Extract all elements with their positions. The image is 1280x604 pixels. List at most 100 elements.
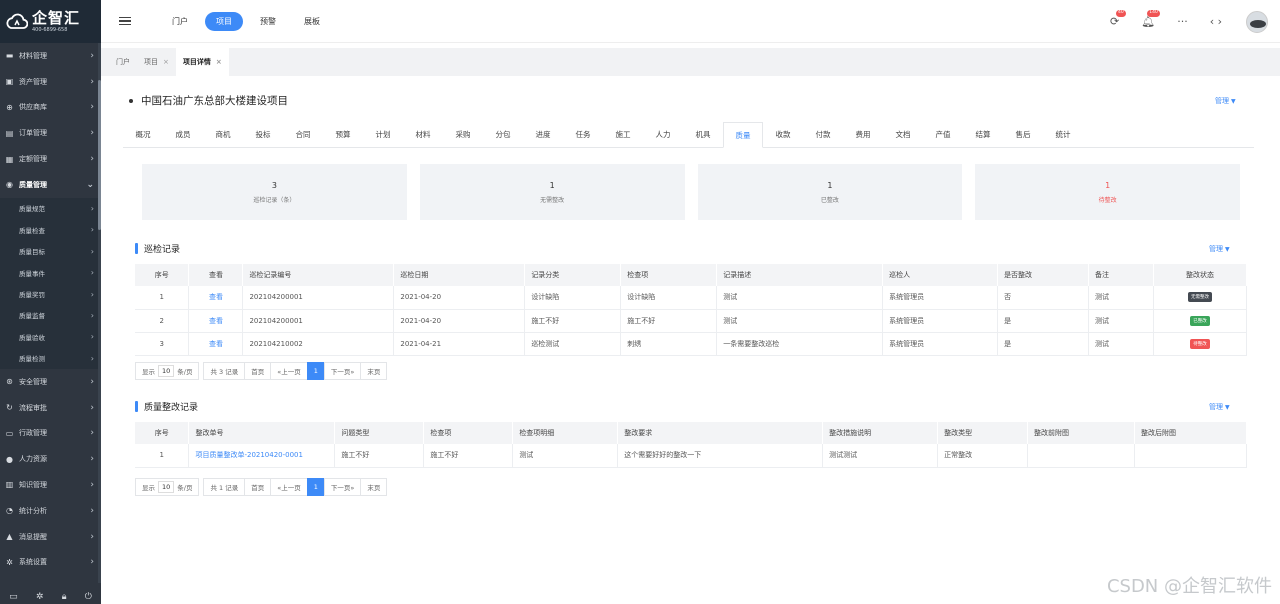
refresh-icon[interactable]: ⟳ 40 [1110, 10, 1126, 28]
module-tab[interactable]: 成员 [163, 122, 203, 147]
page-tab[interactable]: 项目详情 × [175, 48, 229, 76]
prev-page-button[interactable]: «上一页 [270, 478, 308, 496]
stat-card[interactable]: 1 已整改 [697, 164, 963, 220]
monitor-icon[interactable]: ▭ [9, 592, 18, 602]
module-tab[interactable]: 产值 [923, 122, 963, 147]
sidebar-subitem[interactable]: 质量检查 › [0, 219, 101, 241]
page-size-selector[interactable]: 显示 10 条/页 [135, 478, 200, 496]
stat-card[interactable]: 3 巡检记录（条） [142, 164, 407, 220]
page-tab[interactable]: 项目 × [137, 48, 176, 76]
table-row: 3 查看 202104210002 2021-04-21 巡检测试 刺绣 一条需要整改巡检 系… [135, 332, 1248, 356]
sidebar-subitem[interactable]: 质量检测 › [0, 347, 101, 369]
cell-text: 2021-04-21 [400, 339, 442, 348]
last-page-button[interactable]: 末页 [360, 362, 388, 380]
module-tab[interactable]: 概况 [123, 122, 163, 147]
module-tab[interactable]: 分包 [483, 122, 523, 147]
view-link[interactable]: 查看 [209, 293, 223, 301]
module-tab[interactable]: 商机 [203, 122, 243, 147]
inspection-manage-dropdown[interactable]: 管理 ▼ [1209, 244, 1230, 254]
sidebar-item[interactable]: ↻ 流程审批 › [0, 395, 101, 421]
code-icon[interactable]: ‹ › [1210, 15, 1222, 28]
top-nav-item[interactable]: 门户 [161, 12, 199, 31]
sidebar-subitem[interactable]: 质量奖罚 › [0, 283, 101, 305]
module-tab[interactable]: 收款 [763, 122, 803, 147]
module-tab[interactable]: 合同 [283, 122, 323, 147]
logo[interactable]: 企智汇 400-6899-658 [0, 0, 101, 43]
module-tab[interactable]: 质量 [723, 122, 763, 148]
sidebar-item[interactable]: ◔ 统计分析 › [0, 498, 101, 524]
module-tab[interactable]: 人力 [643, 122, 683, 147]
module-tab[interactable]: 机具 [683, 122, 723, 147]
avatar[interactable] [1246, 10, 1268, 33]
sidebar-item[interactable]: ▦ 定额管理 › [0, 146, 101, 172]
view-link[interactable]: 查看 [209, 340, 223, 348]
module-tab[interactable]: 施工 [603, 122, 643, 147]
more-icon[interactable]: ··· [1177, 15, 1188, 28]
sidebar-item[interactable]: ⊛ 安全管理 › [0, 369, 101, 395]
prev-page-button[interactable]: «上一页 [270, 362, 308, 380]
table-cell: 2021-04-20 [393, 309, 526, 333]
column-header: 整改后附图 [1134, 422, 1248, 444]
last-page-button[interactable]: 末页 [360, 478, 388, 496]
stat-card[interactable]: 1 无需整改 [419, 164, 685, 220]
module-tab[interactable]: 统计 [1043, 122, 1083, 147]
sidebar-item[interactable]: ⊕ 供应商库 › [0, 95, 101, 121]
project-manage-dropdown[interactable]: 管理 ▼ [1215, 96, 1236, 106]
module-tab[interactable]: 采购 [443, 122, 483, 147]
lock-icon[interactable]: 🔒︎ [62, 592, 67, 602]
power-icon[interactable]: ⏻ [85, 592, 92, 602]
page-size-value[interactable]: 10 [158, 365, 175, 377]
module-tab[interactable]: 预算 [323, 122, 363, 147]
next-page-button[interactable]: 下一页» [323, 478, 362, 496]
chevron-right-icon: › [90, 402, 94, 413]
first-page-button[interactable]: 首页 [244, 362, 272, 380]
sidebar-item[interactable]: ▣ 资产管理 › [0, 69, 101, 95]
top-nav-item[interactable]: 预警 [249, 12, 287, 31]
module-tab[interactable]: 计划 [363, 122, 403, 147]
page-tabs: 门户 项目 × 项目详情 × [101, 48, 1280, 76]
sidebar-subitem[interactable]: 质量事件 › [0, 261, 101, 284]
module-tab[interactable]: 进度 [523, 122, 563, 147]
module-tab[interactable]: 付款 [803, 122, 843, 147]
sidebar-item[interactable]: ▲ 消息提醒 › [0, 524, 101, 550]
top-nav-item[interactable]: 项目 [205, 11, 243, 31]
module-tab[interactable]: 费用 [843, 122, 883, 147]
sidebar-subitem[interactable]: 质量验收 › [0, 326, 101, 348]
sidebar-item[interactable]: ✲ 系统设置 › [0, 549, 101, 575]
sidebar-item[interactable]: ● 人力资源 › [0, 446, 101, 472]
close-icon[interactable]: × [163, 58, 169, 66]
view-link[interactable]: 查看 [209, 317, 223, 325]
next-page-button[interactable]: 下一页» [323, 362, 362, 380]
module-tab[interactable]: 投标 [243, 122, 283, 147]
page-size-value[interactable]: 10 [158, 481, 175, 493]
bell-icon[interactable]: 🔔︎ 140 [1141, 10, 1160, 28]
refresh-badge: 40 [1116, 10, 1126, 17]
stat-card[interactable]: 1 待整改 [975, 164, 1240, 220]
current-page-button[interactable]: 1 [306, 478, 325, 496]
sidebar-item[interactable]: ◉ 质量管理 ⌄ [0, 172, 101, 198]
module-tab[interactable]: 售后 [1003, 122, 1043, 147]
sidebar-item[interactable]: ▬ 材料管理 › [0, 43, 101, 69]
current-page-button[interactable]: 1 [306, 362, 325, 380]
close-icon[interactable]: × [216, 58, 222, 66]
rectification-link[interactable]: 项目质量整改单-20210420-0001 [195, 451, 303, 459]
cell-text: 正常整改 [944, 451, 973, 460]
menu-toggle-icon[interactable] [119, 16, 131, 26]
page-size-selector[interactable]: 显示 10 条/页 [135, 362, 200, 380]
rectification-manage-dropdown[interactable]: 管理 ▼ [1209, 402, 1230, 412]
module-tab[interactable]: 任务 [563, 122, 603, 147]
settings-icon[interactable]: ✲ [36, 592, 44, 602]
module-tab[interactable]: 文档 [883, 122, 923, 147]
module-tab[interactable]: 结算 [963, 122, 1003, 147]
first-page-button[interactable]: 首页 [244, 478, 272, 496]
page-tab[interactable]: 门户 [109, 48, 137, 76]
table-cell: 202104200001 [242, 309, 395, 333]
sidebar-subitem[interactable]: 质量目标 › [0, 240, 101, 262]
module-tab[interactable]: 材料 [403, 122, 443, 147]
sidebar-subitem[interactable]: 质量规范 › [0, 197, 101, 220]
top-nav-item[interactable]: 展板 [293, 12, 331, 31]
sidebar-item[interactable]: ▤ 订单管理 › [0, 120, 101, 146]
sidebar-item[interactable]: ▥ 知识管理 › [0, 472, 101, 498]
sidebar-subitem[interactable]: 质量监督 › [0, 304, 101, 327]
sidebar-item[interactable]: ▭ 行政管理 › [0, 421, 101, 447]
